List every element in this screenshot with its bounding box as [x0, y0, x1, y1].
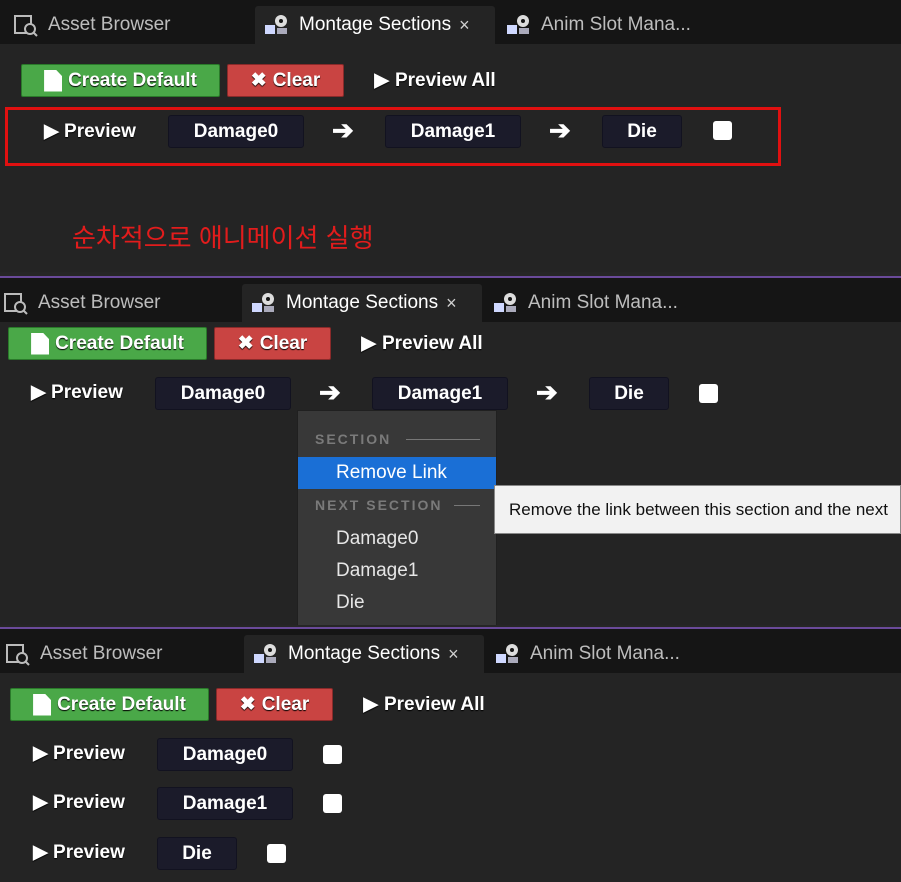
preview-button[interactable]: ▶ Preview: [38, 115, 142, 148]
anim-slot-icon: [507, 15, 529, 34]
section-chip-die[interactable]: Die: [589, 377, 669, 410]
preview-all-button[interactable]: ▶ Preview All: [370, 64, 500, 97]
preview-all-button[interactable]: ▶ Preview All: [359, 688, 489, 721]
tab-montage-sections-label: Montage Sections: [288, 643, 441, 664]
menu-next-section-header: NEXT SECTION: [315, 497, 443, 513]
anim-slot-icon: [496, 644, 518, 663]
tab-montage-sections[interactable]: Montage Sections ×: [255, 6, 495, 44]
tab-montage-sections-label: Montage Sections: [299, 14, 452, 35]
tab-montage-sections[interactable]: Montage Sections ×: [242, 284, 482, 322]
tab-bar: Asset Browser Montage Sections × Anim Sl…: [0, 278, 901, 322]
tab-montage-sections-label: Montage Sections: [286, 292, 439, 313]
clear-label: Clear: [272, 69, 321, 91]
loop-checkbox[interactable]: [323, 745, 342, 764]
next-section-item-damage0[interactable]: Damage0: [298, 523, 496, 555]
clear-icon: ✖: [239, 694, 256, 715]
montage-panel-1: Asset Browser Montage Sections × Anim Sl…: [0, 0, 901, 272]
close-tab-icon[interactable]: ×: [459, 15, 470, 36]
preview-button[interactable]: ▶ Preview: [27, 786, 131, 819]
create-default-label: Create Default: [68, 69, 197, 91]
arrow-right-icon: ➔: [332, 115, 354, 145]
section-chip-die[interactable]: Die: [602, 115, 682, 148]
context-menu: SECTION Remove Link NEXT SECTION Damage0…: [297, 410, 497, 625]
asset-browser-icon: [14, 15, 38, 37]
tab-montage-sections[interactable]: Montage Sections ×: [244, 635, 484, 673]
section-chip-damage0[interactable]: Damage0: [155, 377, 291, 410]
section-chip-damage1[interactable]: Damage1: [157, 787, 293, 820]
clear-label: Clear: [259, 332, 308, 354]
montage-icon: [254, 644, 276, 663]
montage-icon: [252, 293, 274, 312]
montage-icon: [265, 15, 287, 34]
preview-all-button[interactable]: ▶ Preview All: [357, 327, 487, 360]
tab-asset-browser-label: Asset Browser: [40, 643, 163, 664]
arrow-right-icon: ➔: [549, 115, 571, 145]
create-default-button[interactable]: Create Default: [10, 688, 209, 721]
play-icon: ▶: [363, 694, 378, 715]
document-icon: [31, 332, 50, 355]
next-section-item-damage1[interactable]: Damage1: [298, 555, 496, 587]
montage-panel-2: Asset Browser Montage Sections × Anim Sl…: [0, 276, 901, 625]
section-chip-damage1[interactable]: Damage1: [372, 377, 508, 410]
arrow-right-icon: ➔: [319, 377, 341, 407]
anim-slot-icon: [494, 293, 516, 312]
preview-button[interactable]: ▶ Preview: [27, 737, 131, 770]
section-chip-damage0[interactable]: Damage0: [157, 738, 293, 771]
arrow-right-icon: ➔: [536, 377, 558, 407]
remove-link-tooltip: Remove the link between this section and…: [494, 485, 901, 534]
clear-button[interactable]: ✖ Clear: [214, 327, 331, 360]
clear-button[interactable]: ✖ Clear: [227, 64, 344, 97]
loop-checkbox[interactable]: [699, 384, 718, 403]
section-chip-damage0[interactable]: Damage0: [168, 115, 304, 148]
play-icon: ▶: [374, 70, 389, 91]
tab-asset-browser-label: Asset Browser: [38, 292, 161, 313]
close-tab-icon[interactable]: ×: [448, 644, 459, 665]
clear-icon: ✖: [237, 333, 254, 354]
preview-all-label: Preview All: [381, 332, 483, 354]
preview-button[interactable]: ▶ Preview: [27, 836, 131, 869]
loop-checkbox[interactable]: [713, 121, 732, 140]
remove-link-menu-item[interactable]: Remove Link: [298, 457, 496, 489]
loop-checkbox[interactable]: [323, 794, 342, 813]
tab-anim-slot-manager[interactable]: Anim Slot Mana...: [492, 284, 722, 322]
create-default-label: Create Default: [57, 693, 186, 715]
tab-asset-browser[interactable]: Asset Browser: [2, 635, 242, 673]
close-tab-icon[interactable]: ×: [446, 293, 457, 314]
tab-bar: Asset Browser Montage Sections × Anim Sl…: [0, 629, 901, 673]
preview-button[interactable]: ▶ Preview: [25, 376, 129, 409]
create-default-button[interactable]: Create Default: [21, 64, 220, 97]
preview-all-label: Preview All: [394, 69, 496, 91]
clear-button[interactable]: ✖ Clear: [216, 688, 333, 721]
annotation-caption: 순차적으로 애니메이션 실행: [72, 223, 374, 253]
asset-browser-icon: [4, 293, 28, 315]
create-default-button[interactable]: Create Default: [8, 327, 207, 360]
section-chip-die[interactable]: Die: [157, 837, 237, 870]
tab-anim-slot-manager[interactable]: Anim Slot Mana...: [494, 635, 724, 673]
tab-anim-slot-manager[interactable]: Anim Slot Mana...: [505, 6, 735, 44]
clear-icon: ✖: [250, 70, 267, 91]
tab-asset-browser[interactable]: Asset Browser: [12, 6, 252, 44]
menu-divider: [406, 439, 480, 440]
menu-section-header: SECTION: [315, 431, 392, 447]
tab-bar: Asset Browser Montage Sections × Anim Sl…: [0, 0, 901, 44]
document-icon: [33, 693, 52, 716]
tab-asset-browser[interactable]: Asset Browser: [0, 284, 240, 322]
montage-panel-3: Asset Browser Montage Sections × Anim Sl…: [0, 627, 901, 882]
section-chip-damage1[interactable]: Damage1: [385, 115, 521, 148]
menu-divider: [454, 505, 480, 506]
tab-anim-slot-label: Anim Slot Mana...: [528, 292, 678, 313]
next-section-item-die[interactable]: Die: [298, 587, 496, 619]
play-icon: ▶: [361, 333, 376, 354]
loop-checkbox[interactable]: [267, 844, 286, 863]
clear-label: Clear: [261, 693, 310, 715]
tab-anim-slot-label: Anim Slot Mana...: [530, 643, 680, 664]
tab-asset-browser-label: Asset Browser: [48, 14, 171, 35]
tab-anim-slot-label: Anim Slot Mana...: [541, 14, 691, 35]
document-icon: [44, 69, 63, 92]
asset-browser-icon: [6, 644, 30, 666]
create-default-label: Create Default: [55, 332, 184, 354]
preview-all-label: Preview All: [383, 693, 485, 715]
